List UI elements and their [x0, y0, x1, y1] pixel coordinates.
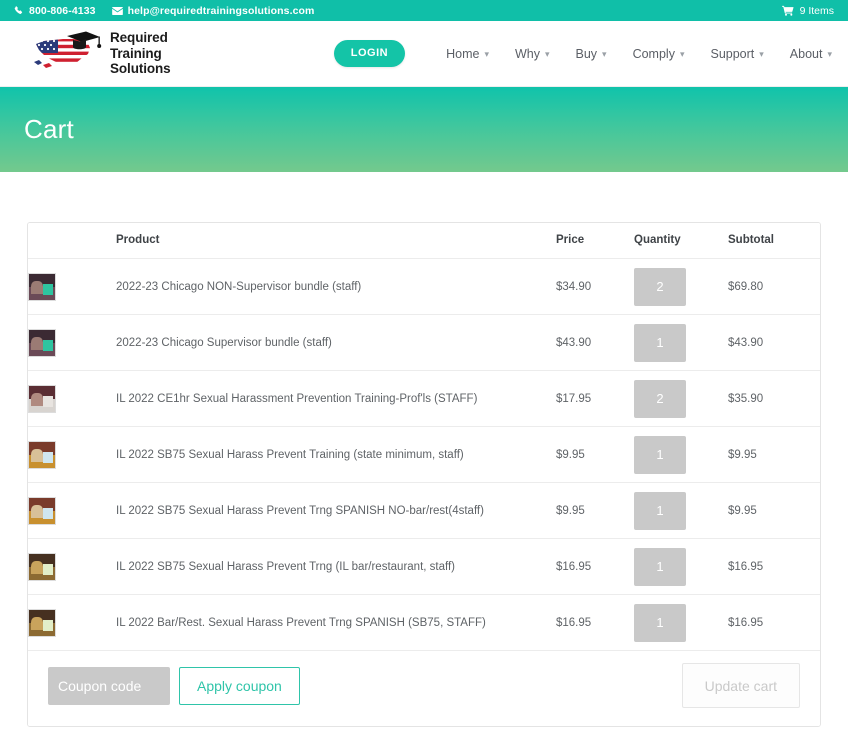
- cart-table-header: Product Price Quantity Subtotal: [28, 223, 820, 259]
- nav-item-support[interactable]: Support ▾: [697, 41, 776, 67]
- column-product: Product: [116, 223, 556, 259]
- brand-line-2: Training: [110, 45, 162, 61]
- cart-actions: Apply coupon Update cart: [28, 651, 820, 726]
- column-quantity: Quantity: [634, 223, 728, 259]
- table-row: IL 2022 SB75 Sexual Harass Prevent Trng …: [28, 538, 820, 595]
- nav-item-label: Support: [710, 46, 755, 61]
- apply-coupon-button[interactable]: Apply coupon: [179, 666, 300, 705]
- quantity-input[interactable]: [634, 547, 686, 586]
- quantity-input[interactable]: [634, 323, 686, 362]
- nav-item-about[interactable]: About ▾: [777, 41, 832, 67]
- quantity-input[interactable]: [634, 267, 686, 306]
- column-thumbnail: [28, 223, 116, 259]
- chevron-down-icon: ▾: [827, 49, 832, 59]
- nav-item-label: Why: [514, 46, 540, 61]
- product-thumbnail[interactable]: [28, 608, 56, 637]
- chevron-down-icon: ▾: [602, 49, 607, 59]
- product-name[interactable]: IL 2022 SB75 Sexual Harass Prevent Train…: [116, 426, 556, 483]
- brand-name: Required Training Solutions: [110, 30, 171, 78]
- chevron-down-icon: ▾: [679, 49, 685, 59]
- product-subtotal: $43.90: [728, 314, 820, 371]
- chevron-down-icon: ▾: [544, 49, 550, 59]
- nav-item-label: About: [789, 46, 823, 61]
- nav-item-home[interactable]: Home ▾: [433, 41, 502, 67]
- update-cart-button[interactable]: Update cart: [681, 663, 800, 708]
- product-thumbnail[interactable]: [28, 272, 56, 301]
- us-flag-map-graduation-cap-logo: [30, 30, 102, 76]
- product-subtotal: $69.80: [728, 258, 820, 315]
- product-name[interactable]: IL 2022 SB75 Sexual Harass Prevent Trng …: [116, 482, 556, 539]
- nav-item-why[interactable]: Why ▾: [502, 41, 563, 67]
- table-row: 2022-23 Chicago NON-Supervisor bundle (s…: [28, 258, 820, 315]
- quantity-input[interactable]: [634, 603, 686, 642]
- envelope-icon: [111, 6, 123, 15]
- nav-item-label: Buy: [575, 46, 598, 61]
- shopping-cart-icon: [781, 5, 794, 16]
- table-row: IL 2022 Bar/Rest. Sexual Harass Prevent …: [28, 594, 820, 651]
- cart-items-link[interactable]: 9 Items: [781, 4, 834, 17]
- product-subtotal: $16.95: [728, 594, 820, 651]
- nav-item-label: Comply: [632, 46, 675, 61]
- product-name[interactable]: 2022-23 Chicago NON-Supervisor bundle (s…: [116, 258, 556, 315]
- cart-items-count: 9 Items: [799, 4, 834, 17]
- coupon-code-input[interactable]: [48, 666, 170, 705]
- chevron-down-icon: ▾: [759, 49, 764, 59]
- product-thumbnail[interactable]: [28, 440, 56, 469]
- table-row: IL 2022 SB75 Sexual Harass Prevent Train…: [28, 426, 820, 483]
- main-navigation: LOGIN Home ▾ Why ▾ Buy ▾ Comply ▾ Suppor…: [333, 40, 832, 67]
- product-name[interactable]: IL 2022 CE1hr Sexual Harassment Preventi…: [116, 370, 556, 427]
- nav-item-buy[interactable]: Buy ▾: [563, 41, 620, 67]
- product-price: $34.90: [556, 258, 634, 315]
- column-subtotal: Subtotal: [728, 223, 820, 259]
- product-thumbnail[interactable]: [28, 552, 56, 581]
- brand-line-1: Required: [110, 29, 168, 45]
- chevron-down-icon: ▾: [484, 49, 489, 59]
- email-link[interactable]: help@requiredtrainingsolutions.com: [111, 4, 315, 17]
- quantity-input[interactable]: [634, 435, 686, 474]
- site-header: Required Training Solutions LOGIN Home ▾…: [0, 21, 848, 87]
- column-price: Price: [556, 223, 634, 259]
- page-title: Cart: [24, 114, 74, 144]
- contact-group: 800-806-4133 help@requiredtrainingsoluti…: [14, 5, 315, 17]
- top-utility-bar: 800-806-4133 help@requiredtrainingsoluti…: [0, 0, 848, 21]
- cart-content: Product Price Quantity Subtotal 2022-23 …: [0, 172, 848, 727]
- product-price: $9.95: [556, 482, 634, 539]
- table-row: IL 2022 CE1hr Sexual Harassment Preventi…: [28, 370, 820, 427]
- phone-number: 800-806-4133: [29, 4, 96, 17]
- phone-link[interactable]: 800-806-4133: [14, 5, 96, 17]
- table-header-row: Product Price Quantity Subtotal: [28, 223, 820, 259]
- quantity-input[interactable]: [634, 379, 686, 418]
- product-price: $17.95: [556, 370, 634, 427]
- product-subtotal: $9.95: [728, 482, 820, 539]
- login-button[interactable]: LOGIN: [333, 40, 406, 67]
- cart-card: Product Price Quantity Subtotal 2022-23 …: [27, 222, 821, 727]
- product-name[interactable]: IL 2022 Bar/Rest. Sexual Harass Prevent …: [116, 594, 556, 651]
- product-subtotal: $9.95: [728, 426, 820, 483]
- cart-table-body: 2022-23 Chicago NON-Supervisor bundle (s…: [28, 258, 820, 651]
- nav-item-comply[interactable]: Comply ▾: [620, 41, 698, 67]
- page-banner: Cart: [0, 87, 848, 172]
- product-thumbnail[interactable]: [28, 496, 56, 525]
- product-subtotal: $35.90: [728, 370, 820, 427]
- brand-logo[interactable]: Required Training Solutions: [30, 30, 171, 78]
- product-name[interactable]: IL 2022 SB75 Sexual Harass Prevent Trng …: [116, 538, 556, 595]
- brand-line-3: Solutions: [110, 61, 171, 77]
- email-address: help@requiredtrainingsolutions.com: [127, 4, 315, 17]
- product-price: $9.95: [556, 426, 634, 483]
- nav-item-label: Home: [446, 46, 480, 61]
- product-name[interactable]: 2022-23 Chicago Supervisor bundle (staff…: [116, 314, 556, 371]
- product-thumbnail[interactable]: [28, 384, 56, 413]
- product-subtotal: $16.95: [728, 538, 820, 595]
- product-price: $16.95: [556, 538, 634, 595]
- phone-icon: [14, 5, 24, 16]
- quantity-input[interactable]: [634, 491, 686, 530]
- product-thumbnail[interactable]: [28, 328, 56, 357]
- product-price: $43.90: [556, 314, 634, 371]
- cart-table: Product Price Quantity Subtotal 2022-23 …: [28, 223, 820, 651]
- table-row: IL 2022 SB75 Sexual Harass Prevent Trng …: [28, 482, 820, 539]
- product-price: $16.95: [556, 594, 634, 651]
- table-row: 2022-23 Chicago Supervisor bundle (staff…: [28, 314, 820, 371]
